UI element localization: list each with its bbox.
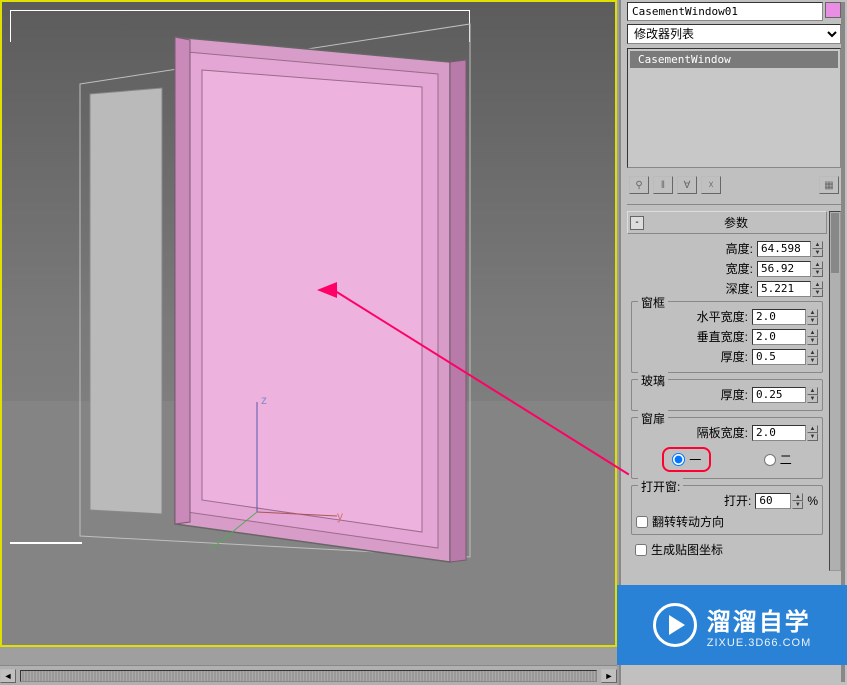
sash-group: 窗扉 隔板宽度: ▲▼ 一 二 xyxy=(631,417,823,479)
vwidth-spin-up[interactable]: ▲ xyxy=(807,329,818,337)
modifier-stack[interactable]: CasementWindow xyxy=(627,48,841,168)
frame-thick-spin-down[interactable]: ▼ xyxy=(807,357,818,365)
radio-two[interactable] xyxy=(764,454,776,466)
flip-label: 翻转转动方向 xyxy=(652,513,724,530)
remove-modifier-icon[interactable]: ☓ xyxy=(701,176,721,194)
timeline-left-arrow[interactable]: ◄ xyxy=(0,669,16,683)
panel-spin-up[interactable]: ▲ xyxy=(807,425,818,433)
open-group: 打开窗: 打开: ▲▼ % 翻转转动方向 xyxy=(631,485,823,535)
svg-text:z: z xyxy=(261,393,267,407)
flip-checkbox[interactable] xyxy=(636,516,648,528)
glass-thick-spin-up[interactable]: ▲ xyxy=(807,387,818,395)
radio-one-label: 一 xyxy=(689,451,701,468)
height-spin-up[interactable]: ▲ xyxy=(812,241,823,249)
glass-thick-spin-down[interactable]: ▼ xyxy=(807,395,818,403)
play-icon xyxy=(653,603,697,647)
timeline-right-arrow[interactable]: ► xyxy=(601,669,617,683)
timeline-slider[interactable]: ◄ ► xyxy=(0,665,617,685)
open-spin-down[interactable]: ▼ xyxy=(792,501,803,509)
watermark: 溜溜自学 ZIXUE.3D66.COM xyxy=(617,585,847,665)
modifier-list-dropdown[interactable]: 修改器列表 xyxy=(627,24,841,44)
play-triangle-icon xyxy=(669,615,685,635)
rollout-title: 参数 xyxy=(648,214,824,231)
hwidth-label: 水平宽度: xyxy=(697,308,748,325)
depth-input[interactable] xyxy=(757,281,811,297)
rollout-container: - 参数 高度: ▲▼ 宽度: ▲▼ 深度: xyxy=(627,211,841,571)
frame-group: 窗框 水平宽度: ▲▼ 垂直宽度: ▲▼ 厚度: xyxy=(631,301,823,373)
make-unique-icon[interactable]: ∀ xyxy=(677,176,697,194)
sash-group-label: 窗扉 xyxy=(638,410,668,427)
svg-text:y: y xyxy=(337,509,343,523)
panel-width-input[interactable] xyxy=(752,425,806,441)
annotation-arrow-head xyxy=(317,282,337,298)
window-3d-mesh: z y xyxy=(2,2,619,649)
uvw-checkbox[interactable] xyxy=(635,544,647,556)
vwidth-spin-down[interactable]: ▼ xyxy=(807,337,818,345)
width-label: 宽度: xyxy=(726,260,753,277)
rollout-scrollbar[interactable] xyxy=(829,211,841,571)
viewport-3d-scene: z y xyxy=(2,2,615,645)
rollout-header-params[interactable]: - 参数 xyxy=(627,211,827,234)
timeline-track[interactable] xyxy=(20,670,597,682)
width-spin-up[interactable]: ▲ xyxy=(812,261,823,269)
glass-thick-input[interactable] xyxy=(752,387,806,403)
height-spin-down[interactable]: ▼ xyxy=(812,249,823,257)
depth-label: 深度: xyxy=(726,280,753,297)
frame-group-label: 窗框 xyxy=(638,294,668,311)
vwidth-input[interactable] xyxy=(752,329,806,345)
depth-spin-down[interactable]: ▼ xyxy=(812,289,823,297)
radio-one-highlighted: 一 xyxy=(662,447,711,472)
panel-width-label: 隔板宽度: xyxy=(697,424,748,441)
open-input[interactable] xyxy=(755,493,791,509)
rollout-body-params: 高度: ▲▼ 宽度: ▲▼ 深度: ▲▼ xyxy=(627,238,827,566)
width-spin-down[interactable]: ▼ xyxy=(812,269,823,277)
show-end-result-icon[interactable]: ‖ xyxy=(653,176,673,194)
open-spin-up[interactable]: ▲ xyxy=(792,493,803,501)
panel-spin-down[interactable]: ▼ xyxy=(807,433,818,441)
object-name-field[interactable]: CasementWindow01 xyxy=(627,2,823,21)
rollout-scroll-thumb[interactable] xyxy=(831,213,839,273)
height-label: 高度: xyxy=(726,240,753,257)
open-label: 打开: xyxy=(724,492,751,509)
modify-panel: CasementWindow01 修改器列表 CasementWindow ⚲ … xyxy=(619,0,847,685)
glass-group-label: 玻璃 xyxy=(638,372,668,389)
depth-spin-up[interactable]: ▲ xyxy=(812,281,823,289)
stack-item-casementwindow[interactable]: CasementWindow xyxy=(630,51,838,68)
frame-thick-input[interactable] xyxy=(752,349,806,365)
watermark-title: 溜溜自学 xyxy=(707,602,811,637)
frame-thick-spin-up[interactable]: ▲ xyxy=(807,349,818,357)
height-input[interactable] xyxy=(757,241,811,257)
panel-resize-handle[interactable] xyxy=(841,2,845,682)
uvw-label: 生成贴图坐标 xyxy=(651,541,723,558)
width-input[interactable] xyxy=(757,261,811,277)
hwidth-input[interactable] xyxy=(752,309,806,325)
hwidth-spin-down[interactable]: ▼ xyxy=(807,317,818,325)
open-group-label: 打开窗: xyxy=(638,478,683,495)
glass-group: 玻璃 厚度: ▲▼ xyxy=(631,379,823,411)
watermark-url: ZIXUE.3D66.COM xyxy=(707,637,811,649)
radio-one[interactable] xyxy=(672,453,685,466)
pin-stack-icon[interactable]: ⚲ xyxy=(629,176,649,194)
rollout-toggle-icon[interactable]: - xyxy=(630,216,644,230)
frame-thick-label: 厚度: xyxy=(721,348,748,365)
glass-thick-label: 厚度: xyxy=(721,386,748,403)
object-color-swatch[interactable] xyxy=(825,2,841,18)
radio-two-label: 二 xyxy=(780,451,792,468)
viewport[interactable]: z y xyxy=(0,0,617,647)
vwidth-label: 垂直宽度: xyxy=(697,328,748,345)
stack-toolbar: ⚲ ‖ ∀ ☓ ▦ xyxy=(627,172,841,205)
hwidth-spin-up[interactable]: ▲ xyxy=(807,309,818,317)
configure-sets-icon[interactable]: ▦ xyxy=(819,176,839,194)
percent-symbol: % xyxy=(807,494,818,508)
